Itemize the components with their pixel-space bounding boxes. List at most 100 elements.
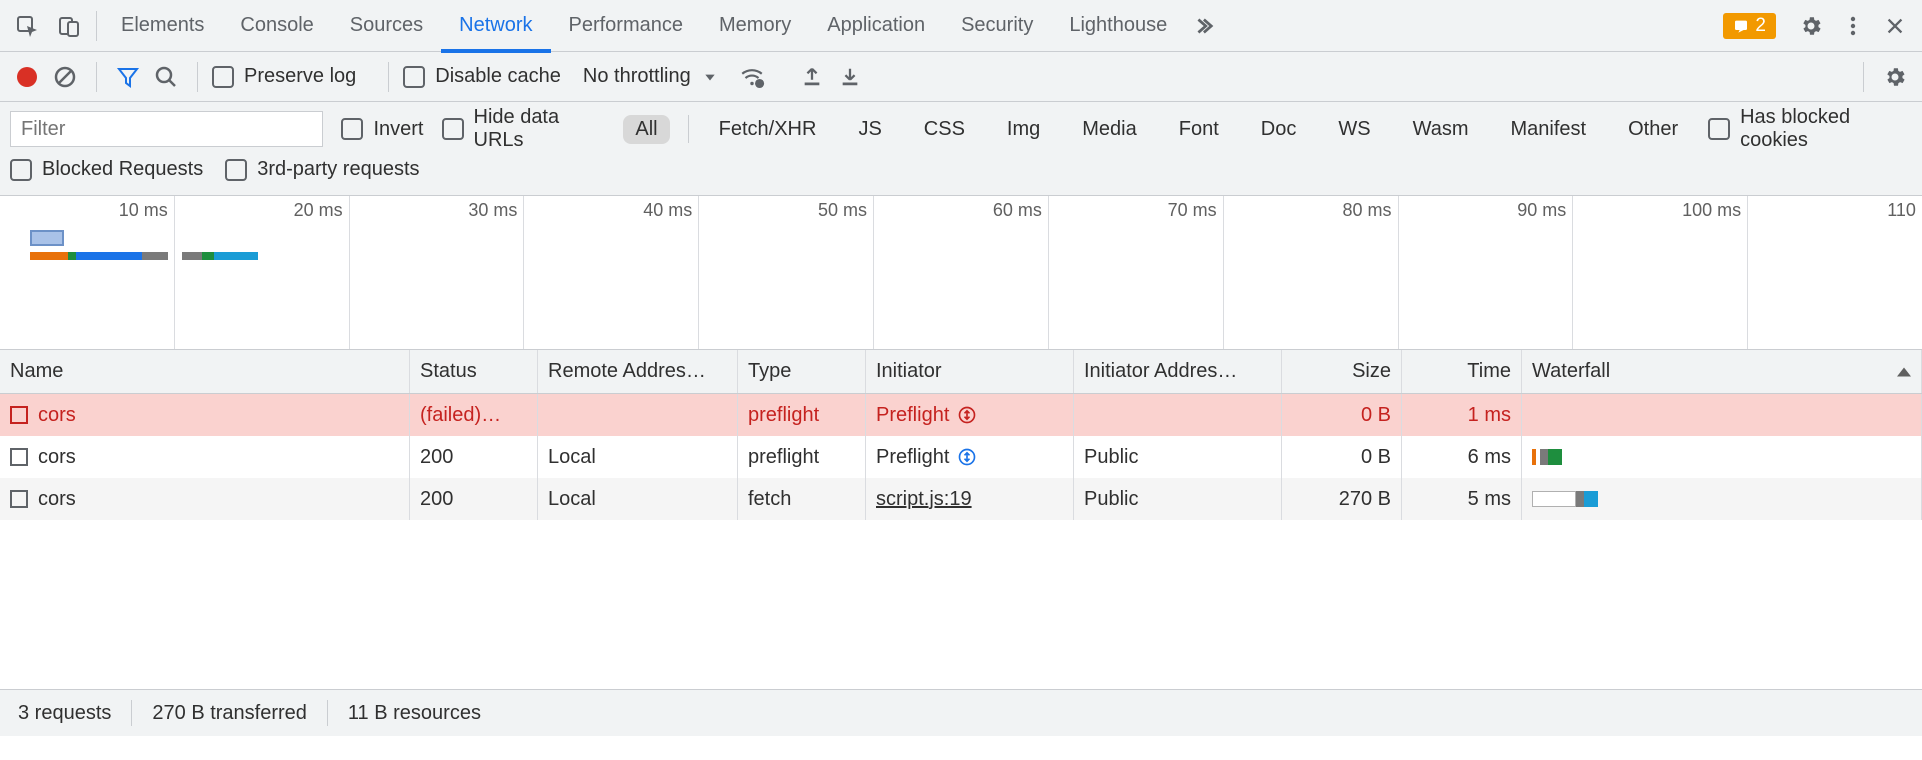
- overview-tick: 110: [1748, 196, 1922, 349]
- throttling-value: No throttling: [583, 65, 691, 88]
- cell-size: 0 B: [1282, 394, 1402, 436]
- device-toggle-icon[interactable]: [48, 0, 90, 52]
- col-status[interactable]: Status: [410, 350, 538, 393]
- table-row[interactable]: cors(failed)…preflightPreflight0 B1 ms: [0, 394, 1922, 436]
- throttling-select[interactable]: No throttling: [583, 65, 717, 88]
- third-party-checkbox[interactable]: 3rd-party requests: [225, 158, 419, 181]
- overview-tick-label: 20 ms: [294, 200, 343, 221]
- cell-size: 0 B: [1282, 436, 1402, 478]
- filter-input[interactable]: [10, 111, 323, 147]
- has-blocked-cookies-checkbox[interactable]: Has blocked cookies: [1708, 106, 1912, 152]
- cell-name: cors: [0, 394, 410, 436]
- cell-status: 200: [410, 478, 538, 520]
- col-type[interactable]: Type: [738, 350, 866, 393]
- col-initiator[interactable]: Initiator: [866, 350, 1074, 393]
- blocked-requests-checkbox[interactable]: Blocked Requests: [10, 158, 203, 181]
- network-request-table: Name Status Remote Addres… Type Initiato…: [0, 350, 1922, 690]
- network-conditions-icon[interactable]: [735, 60, 769, 94]
- hide-data-urls-checkbox[interactable]: Hide data URLs: [442, 106, 606, 152]
- overview-tick-label: 80 ms: [1342, 200, 1391, 221]
- cell-initiator-address: Public: [1074, 436, 1282, 478]
- tab-application[interactable]: Application: [809, 0, 943, 52]
- type-chip-doc[interactable]: Doc: [1249, 115, 1309, 144]
- col-time[interactable]: Time: [1402, 350, 1522, 393]
- cell-status: 200: [410, 436, 538, 478]
- col-size[interactable]: Size: [1282, 350, 1402, 393]
- kebab-menu-icon[interactable]: [1832, 0, 1874, 52]
- overview-tick: 90 ms: [1399, 196, 1574, 349]
- tab-sources[interactable]: Sources: [332, 0, 441, 52]
- cell-type: preflight: [738, 394, 866, 436]
- type-chip-other[interactable]: Other: [1616, 115, 1690, 144]
- cell-type: preflight: [738, 436, 866, 478]
- has-blocked-cookies-label: Has blocked cookies: [1740, 106, 1912, 152]
- col-remote[interactable]: Remote Addres…: [538, 350, 738, 393]
- inspect-element-icon[interactable]: [6, 0, 48, 52]
- cell-initiator-address: Public: [1074, 478, 1282, 520]
- separator: [388, 62, 389, 92]
- settings-icon[interactable]: [1790, 0, 1832, 52]
- type-chip-all[interactable]: All: [623, 115, 669, 144]
- col-name[interactable]: Name: [0, 350, 410, 393]
- type-chip-manifest[interactable]: Manifest: [1498, 115, 1598, 144]
- overview-tick-label: 10 ms: [119, 200, 168, 221]
- separator: [688, 115, 689, 143]
- type-chip-media[interactable]: Media: [1070, 115, 1148, 144]
- type-chip-fetch-xhr[interactable]: Fetch/XHR: [707, 115, 829, 144]
- invert-checkbox[interactable]: Invert: [341, 118, 423, 141]
- close-devtools-icon[interactable]: [1874, 0, 1916, 52]
- overview-tick-label: 30 ms: [468, 200, 517, 221]
- overview-tick-label: 100 ms: [1682, 200, 1741, 221]
- overview-tick: 30 ms: [350, 196, 525, 349]
- filter-icon[interactable]: [111, 60, 145, 94]
- network-filter-bar-2: Blocked Requests 3rd-party requests: [0, 150, 1922, 196]
- preserve-log-checkbox[interactable]: Preserve log: [212, 65, 374, 88]
- tab-lighthouse[interactable]: Lighthouse: [1051, 0, 1185, 52]
- cell-time: 6 ms: [1402, 436, 1522, 478]
- cell-remote-address: Local: [538, 436, 738, 478]
- tab-network[interactable]: Network: [441, 0, 550, 52]
- issues-count: 2: [1755, 15, 1766, 37]
- type-chip-js[interactable]: JS: [846, 115, 893, 144]
- disable-cache-checkbox[interactable]: Disable cache: [403, 65, 579, 88]
- separator: [96, 62, 97, 92]
- third-party-label: 3rd-party requests: [257, 158, 419, 181]
- tab-security[interactable]: Security: [943, 0, 1051, 52]
- tab-performance[interactable]: Performance: [551, 0, 702, 52]
- issues-badge[interactable]: 2: [1723, 13, 1776, 39]
- devtools-tabstrip: ElementsConsoleSourcesNetworkPerformance…: [0, 0, 1922, 52]
- search-icon[interactable]: [149, 60, 183, 94]
- overview-tick-label: 60 ms: [993, 200, 1042, 221]
- network-settings-icon[interactable]: [1878, 60, 1912, 94]
- col-initiator-address[interactable]: Initiator Addres…: [1074, 350, 1282, 393]
- tab-memory[interactable]: Memory: [701, 0, 809, 52]
- type-chip-font[interactable]: Font: [1167, 115, 1231, 144]
- network-overview[interactable]: 10 ms20 ms30 ms40 ms50 ms60 ms70 ms80 ms…: [0, 196, 1922, 350]
- type-chip-wasm[interactable]: Wasm: [1401, 115, 1481, 144]
- overview-tick: 60 ms: [874, 196, 1049, 349]
- col-waterfall[interactable]: Waterfall: [1522, 350, 1922, 393]
- cell-waterfall: [1522, 478, 1922, 520]
- export-har-icon[interactable]: [833, 60, 867, 94]
- separator: [1863, 62, 1864, 92]
- import-har-icon[interactable]: [795, 60, 829, 94]
- overview-tick-label: 90 ms: [1517, 200, 1566, 221]
- preserve-log-label: Preserve log: [244, 65, 356, 88]
- table-row[interactable]: cors200LocalpreflightPreflightPublic0 B6…: [0, 436, 1922, 478]
- clear-button[interactable]: [48, 60, 82, 94]
- tab-console[interactable]: Console: [222, 0, 331, 52]
- type-chip-ws[interactable]: WS: [1326, 115, 1382, 144]
- cell-time: 1 ms: [1402, 394, 1522, 436]
- cell-size: 270 B: [1282, 478, 1402, 520]
- more-tabs-icon[interactable]: [1185, 15, 1221, 37]
- overview-tick: 50 ms: [699, 196, 874, 349]
- table-row[interactable]: cors200Localfetchscript.js:19Public270 B…: [0, 478, 1922, 520]
- cell-remote-address: Local: [538, 478, 738, 520]
- tab-elements[interactable]: Elements: [103, 0, 222, 52]
- overview-tick-label: 110: [1887, 200, 1916, 221]
- overview-tick: 40 ms: [524, 196, 699, 349]
- type-chip-img[interactable]: Img: [995, 115, 1052, 144]
- type-chip-css[interactable]: CSS: [912, 115, 977, 144]
- overview-tick-label: 50 ms: [818, 200, 867, 221]
- record-button[interactable]: [10, 60, 44, 94]
